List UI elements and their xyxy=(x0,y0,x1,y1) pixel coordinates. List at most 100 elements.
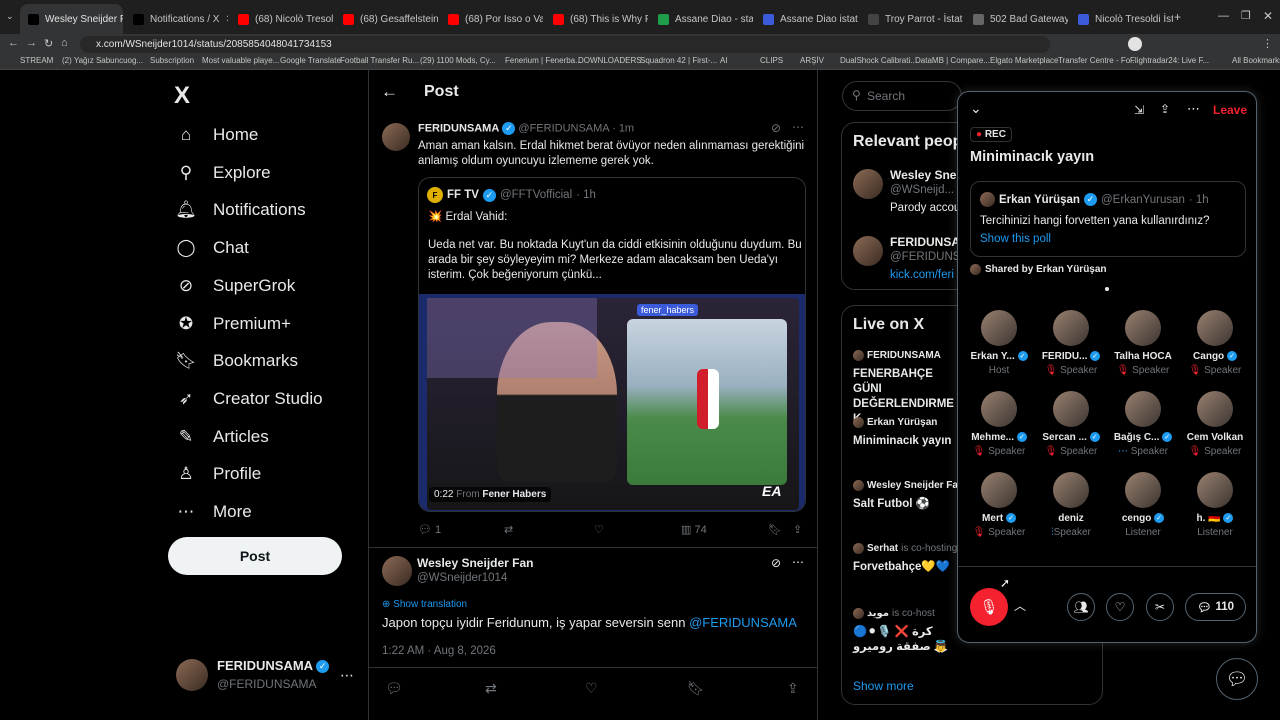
more-options-icon[interactable]: ⋯ xyxy=(792,555,804,569)
participants-icon[interactable]: 👥︎ xyxy=(1067,593,1095,621)
leave-button[interactable]: Leave xyxy=(1213,103,1247,117)
space-participant[interactable]: cengo ✓ Listener xyxy=(1107,472,1179,538)
reply-icon[interactable]: 💬︎ xyxy=(385,680,403,697)
space-participant[interactable]: Cango ✓ 🎙︎ Speaker xyxy=(1179,310,1251,376)
space-participant[interactable]: FERIDU... ✓ 🎙︎ Speaker xyxy=(1035,310,1107,376)
show-poll-link[interactable]: Show this poll xyxy=(980,233,1051,245)
x-logo[interactable]: X xyxy=(174,82,190,110)
bookmark-item[interactable]: Most valuable playe... xyxy=(202,56,279,65)
space-participant[interactable]: Sercan ... ✓ 🎙︎ Speaker xyxy=(1035,391,1107,457)
avatar[interactable] xyxy=(382,556,412,586)
share-space-icon[interactable]: ⇪ xyxy=(1160,102,1170,116)
clip-icon[interactable]: ✂ xyxy=(1146,593,1174,621)
show-translation-link[interactable]: Show translation xyxy=(393,599,467,610)
back-icon[interactable]: ← xyxy=(8,37,19,49)
minimize-space-icon[interactable]: ⇲ xyxy=(1134,103,1144,117)
browser-menu-icon[interactable]: ⋮ xyxy=(1262,37,1273,50)
bookmark-item[interactable]: STREAM xyxy=(20,56,53,65)
like-icon[interactable]: ♡ xyxy=(585,680,598,697)
nav-item-articles[interactable]: ✎ Articles xyxy=(175,426,269,448)
share-icon[interactable]: ⇪ xyxy=(793,523,802,536)
bookmark-item[interactable]: CLIPS xyxy=(760,56,783,65)
space-participant[interactable]: Mert ✓ 🎙︎ Speaker xyxy=(963,472,1035,538)
account-more-icon[interactable]: ⋯ xyxy=(340,667,354,684)
bookmark-item[interactable]: Elgato Marketplace xyxy=(990,56,1058,65)
bookmark-item[interactable]: Flightradar24: Live F... xyxy=(1130,56,1209,65)
bookmark-item[interactable]: Transfer Centre - Fo... xyxy=(1058,56,1137,65)
bookmark-item[interactable]: Squadron 42 | First-... xyxy=(640,56,717,65)
nav-item-notifications[interactable]: 🔔︎ Notifications xyxy=(175,199,305,221)
show-more-link[interactable]: Show more xyxy=(853,679,914,693)
nav-item-explore[interactable]: ⚲ Explore xyxy=(175,162,271,184)
url-field[interactable]: x.com/WSneijder1014/status/2085854048041… xyxy=(80,36,1050,53)
like-icon[interactable]: ♡ xyxy=(594,523,604,536)
messages-fab[interactable]: 💬︎ xyxy=(1216,658,1258,700)
repost-icon[interactable]: ⇄ xyxy=(504,523,513,536)
live-space-item[interactable]: Wesley Sneijder Fa Salt Futbol ⚽ xyxy=(853,480,958,538)
tab-close-icon[interactable]: ✕ xyxy=(225,14,228,25)
avatar[interactable] xyxy=(382,123,410,151)
reply-author-handle[interactable]: @WSneijder1014 xyxy=(417,572,507,584)
profile-avatar-icon[interactable] xyxy=(1128,37,1142,51)
views-button[interactable]: ▥ 74 xyxy=(681,523,707,536)
nav-item-bookmarks[interactable]: 🔖︎ Bookmarks xyxy=(175,350,298,372)
bookmark-icon[interactable]: 🔖︎ xyxy=(687,680,705,697)
tweet-author-name[interactable]: FERIDUNSAMA xyxy=(418,122,499,134)
more-options-icon[interactable]: ⋯ xyxy=(792,120,804,134)
browser-tab[interactable]: Nicolò Tresoldi İstatistikl✕ xyxy=(1070,4,1173,34)
bookmark-item[interactable]: DataMB | Compare... xyxy=(915,56,990,65)
bookmark-item[interactable]: DualShock Calibrati... xyxy=(840,56,917,65)
nav-item-profile[interactable]: ♙ Profile xyxy=(175,463,261,485)
bookmark-item[interactable]: AI xyxy=(720,56,728,65)
bookmark-item[interactable]: (29) 1100 Mods, Cy... xyxy=(420,56,496,65)
bookmark-item[interactable]: ARŞİV xyxy=(800,56,824,65)
grok-icon[interactable]: ⊘ xyxy=(771,556,781,570)
browser-tab[interactable]: 502 Bad Gateway✕ xyxy=(965,4,1068,34)
space-participant[interactable]: Talha HOCA 🎙︎ Speaker xyxy=(1107,310,1179,376)
space-participant[interactable]: Cem Volkan 🎙︎ Speaker xyxy=(1179,391,1251,457)
reply-button[interactable]: 💬︎ 1 xyxy=(418,523,441,536)
forward-icon[interactable]: → xyxy=(26,37,37,49)
home-browser-icon[interactable]: ⌂ xyxy=(61,37,68,49)
browser-tab[interactable]: Wesley Sneijder Fan o✕ xyxy=(20,4,123,34)
bookmark-item[interactable]: Fenerium | Fenerba... xyxy=(505,56,582,65)
browser-tab[interactable]: Notifications / X ✕ xyxy=(125,4,228,34)
post-button[interactable]: Post xyxy=(168,537,342,575)
collapse-chevron-icon[interactable]: ⌄ xyxy=(970,100,982,117)
bookmark-item[interactable]: All Bookmarks xyxy=(1232,56,1280,65)
bookmark-item[interactable]: Subscription xyxy=(150,56,194,65)
video-player[interactable]: fener_habers EA 0:22 From Fener Habers xyxy=(419,294,805,511)
live-space-item[interactable]: Erkan Yürüşan Miniminacık yayın xyxy=(853,417,953,475)
live-space-item[interactable]: Serhat is co-hosting Forvetbahçe💛💙 xyxy=(853,543,957,601)
space-participant[interactable]: Bağış C... ✓ ⋯ Speaker xyxy=(1107,391,1179,457)
browser-tab[interactable]: Assane Diao istatistikleri✕ xyxy=(755,4,858,34)
reply-timestamp[interactable]: 1:22 AM · Aug 8, 2026 xyxy=(382,645,496,657)
reload-icon[interactable]: ↻ xyxy=(44,37,53,50)
browser-tab[interactable]: (68) Por Isso o Vasco que✕ xyxy=(440,4,543,34)
react-icon[interactable]: ♡ xyxy=(1106,593,1134,621)
browser-tab[interactable]: (68) Gesaffelstein - Opr✕ xyxy=(335,4,438,34)
bookmark-item[interactable]: DOWNLOADERS xyxy=(578,56,642,65)
browser-tab[interactable]: (68) Nicolò Tresoldi - Bea✕ xyxy=(230,4,333,34)
grok-icon[interactable]: ⊘ xyxy=(771,121,781,135)
browser-tab[interactable]: Assane Diao - stats, caree✕ xyxy=(650,4,753,34)
space-participant[interactable]: h. 🇩🇪 ✓ Listener xyxy=(1179,472,1251,538)
space-participant[interactable]: Mehme... ✓ 🎙︎ Speaker xyxy=(963,391,1035,457)
space-participant[interactable]: deniz ⫶Speaker xyxy=(1035,472,1107,538)
nav-item-home[interactable]: ⌂ Home xyxy=(175,124,259,146)
repost-icon[interactable]: ⇄ xyxy=(485,680,497,697)
new-tab-icon[interactable]: + xyxy=(1174,10,1181,24)
account-switcher[interactable]: FERIDUNSAMA ✓ @FERIDUNSAMA xyxy=(176,658,330,691)
bookmark-item[interactable]: (2) Yağız Sabuncuog... xyxy=(62,56,143,65)
share-icon[interactable]: ⇪ xyxy=(787,680,799,697)
minimize-icon[interactable]: — xyxy=(1218,10,1229,22)
bookmark-item[interactable]: Google Translate xyxy=(280,56,341,65)
browser-tab[interactable]: (68) This is Why Fulham W✕ xyxy=(545,4,648,34)
nav-item-creator-studio[interactable]: ➶ Creator Studio xyxy=(175,388,323,410)
quoted-post[interactable]: F FF TV ✓ @FFTVofficial · 1h 💥 Erdal Vah… xyxy=(418,177,806,512)
tweet-author-handle[interactable]: @FERIDUNSAMA xyxy=(518,122,609,134)
live-space-item[interactable]: FERIDUNSAMA FENERBAHÇE GÜNI DEĞERLENDIRME… xyxy=(853,350,954,425)
reply-author-name[interactable]: Wesley Sneijder Fan xyxy=(417,556,534,570)
live-space-item[interactable]: مويد is co-host 🔵⚫🎙️ كرة ❌ صفقة روميرو 👼 xyxy=(853,608,953,666)
space-more-icon[interactable]: ⋯ xyxy=(1187,101,1200,117)
